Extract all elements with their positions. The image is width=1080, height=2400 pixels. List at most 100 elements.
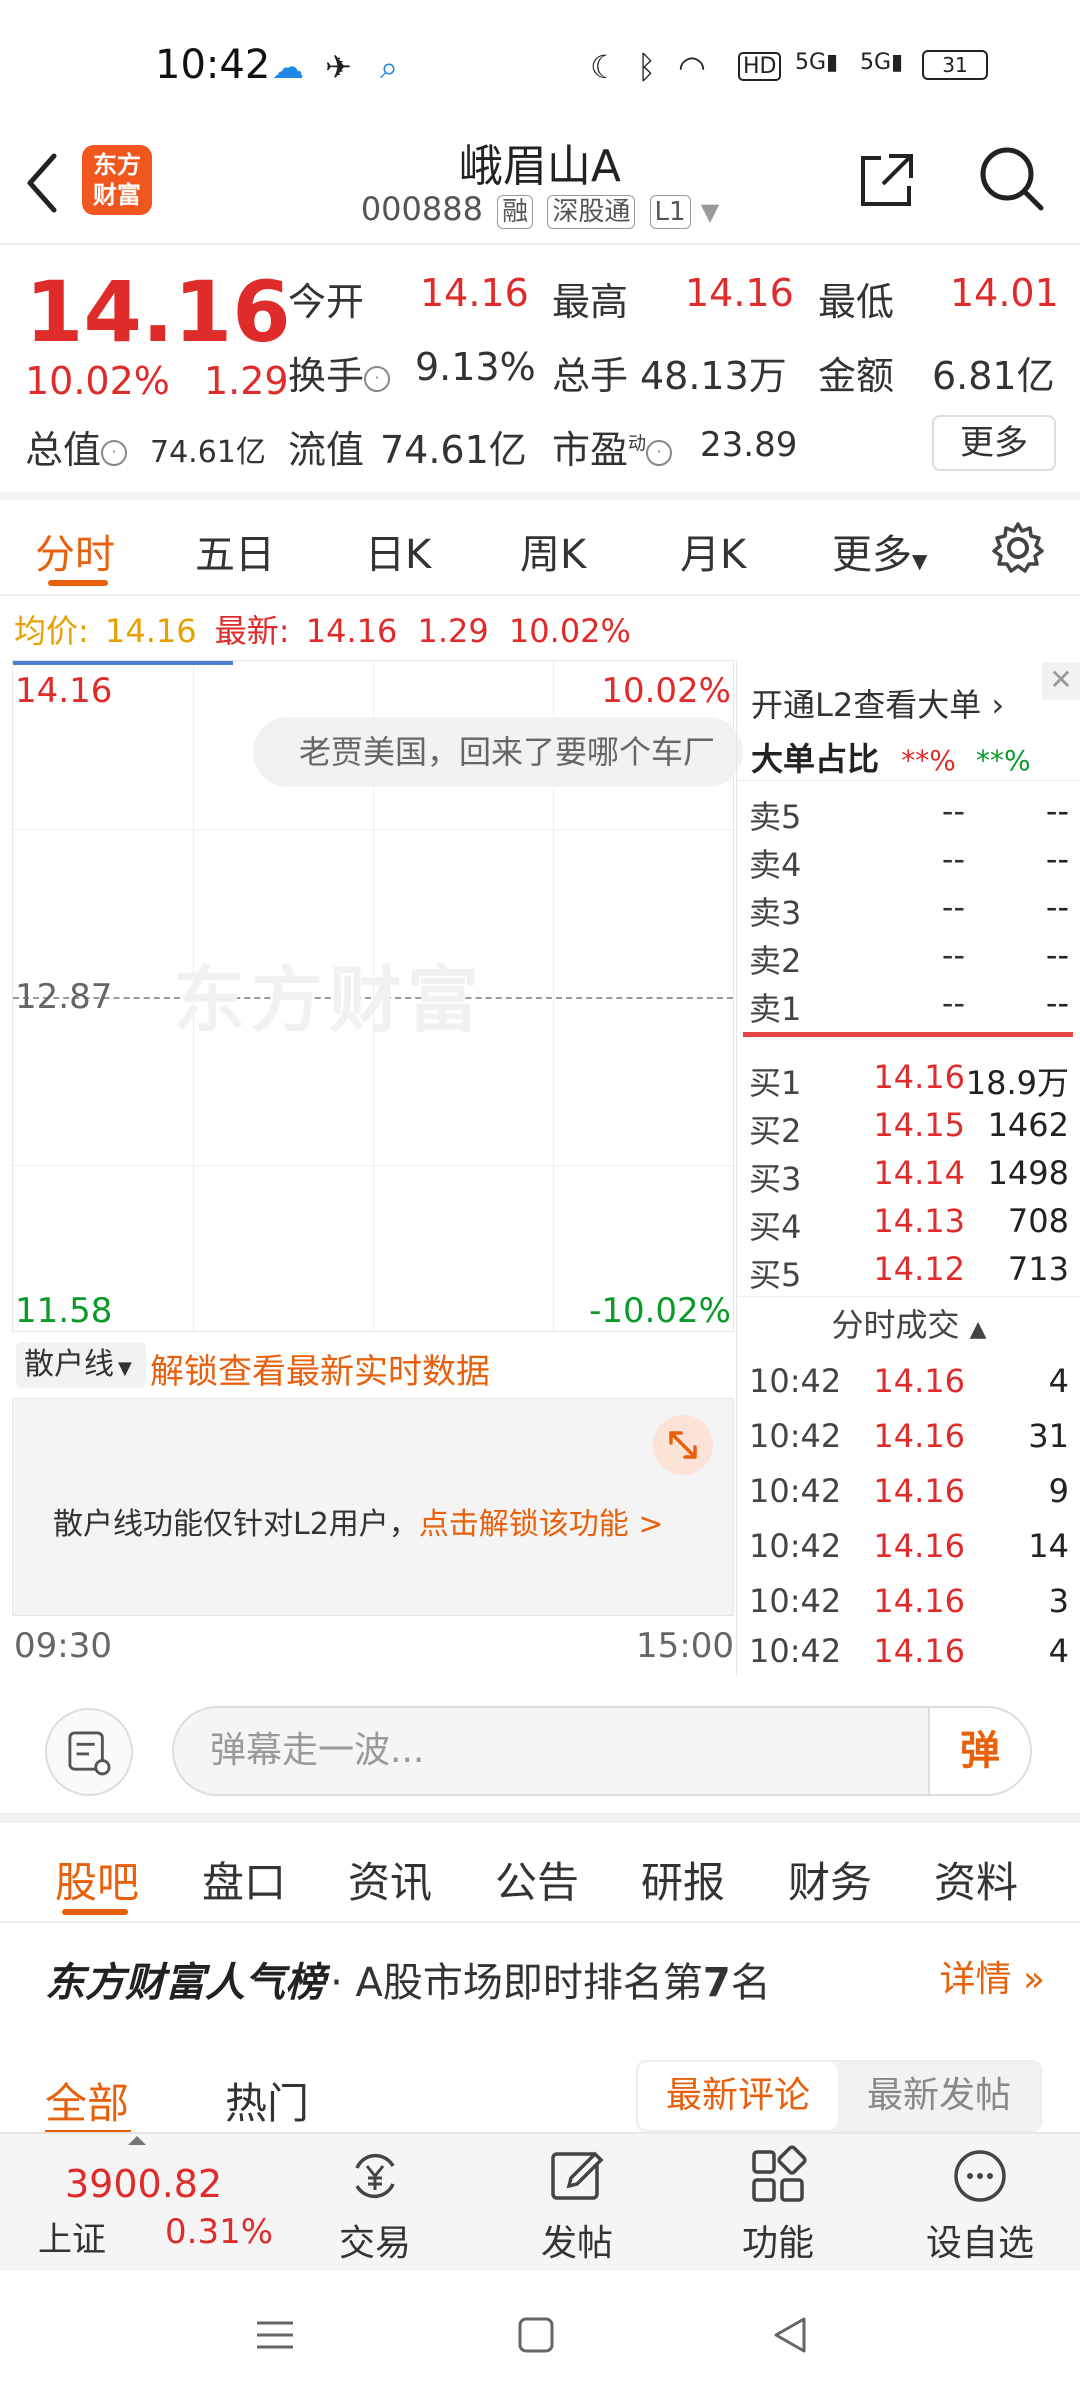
- info-icon[interactable]: ·: [364, 365, 391, 392]
- post-button[interactable]: 发帖: [507, 2134, 647, 2272]
- unlock-link[interactable]: 解锁查看最新实时数据: [150, 1344, 490, 1393]
- tick-row: 10:42 14.16 31: [743, 1411, 1073, 1459]
- more-button[interactable]: 更多: [932, 415, 1056, 471]
- filter-hot[interactable]: 热门: [225, 2070, 309, 2131]
- tick-price: 14.16: [873, 1632, 965, 1670]
- buy-row: 买4 14.13 708: [743, 1196, 1073, 1246]
- trade-button[interactable]: 交易: [305, 2134, 445, 2272]
- turnover-label-text: 换手: [288, 354, 365, 398]
- tick-volume: 4: [1048, 1632, 1069, 1670]
- gear-icon[interactable]: [990, 520, 1046, 576]
- tab-profile[interactable]: 资料: [934, 1849, 1018, 1910]
- caret-down-icon[interactable]: ▼: [701, 198, 719, 226]
- grid-icon: [752, 2145, 807, 2202]
- tick-price: 14.16: [873, 1417, 965, 1455]
- chart-mid-price: 12.87: [15, 977, 113, 1017]
- sell-label: 卖4: [749, 846, 802, 884]
- pe-label-text: 市盈: [552, 428, 629, 472]
- tick-price: 14.16: [873, 1527, 965, 1565]
- tab-monthly-k[interactable]: 月K: [680, 522, 746, 580]
- index-value[interactable]: 3900.82: [65, 2162, 222, 2206]
- total-value: 74.61亿: [150, 435, 266, 470]
- functions-button[interactable]: 功能: [708, 2134, 848, 2272]
- tab-finance[interactable]: 财务: [788, 1849, 872, 1910]
- chart-time-start: 09:30: [14, 1626, 112, 1666]
- back-icon[interactable]: [770, 2315, 810, 2355]
- signal-5g-icon: 5G▮: [795, 50, 839, 75]
- sell-volume: --: [1045, 984, 1069, 1022]
- battery-icon: 31: [922, 50, 988, 80]
- stock-code: 000888: [360, 190, 483, 228]
- filter-all[interactable]: 全部: [45, 2070, 129, 2131]
- share-icon[interactable]: [855, 148, 919, 212]
- add-watchlist-button[interactable]: 设自选: [910, 2134, 1050, 2272]
- divider: [737, 1296, 1080, 1297]
- volume-value: 48.13万: [640, 354, 787, 398]
- unlock-feature-link[interactable]: 点击解锁该功能 >: [419, 1507, 664, 1542]
- danmu-settings-button[interactable]: [45, 1708, 133, 1796]
- buy-label: 买2: [749, 1112, 802, 1150]
- tab-intraday[interactable]: 分时: [35, 522, 115, 580]
- tab-guba[interactable]: 股吧: [55, 1849, 139, 1910]
- close-icon[interactable]: ✕: [1042, 662, 1080, 700]
- bid-ask-separator: [743, 1032, 1073, 1037]
- order-book: 开通L2查看大单 › ✕ 大单占比 **% **% 卖5 -- -- 卖4 -- -- …: [736, 660, 1080, 1675]
- avg-label: 均价:: [14, 612, 89, 650]
- search-small-icon: ⌕: [380, 48, 398, 86]
- functions-label: 功能: [741, 2223, 814, 2264]
- indicator-selector[interactable]: 散户线 ▼: [16, 1342, 146, 1388]
- tick-row: 10:42 14.16 14: [743, 1521, 1073, 1569]
- sell-label: 卖2: [749, 942, 802, 980]
- buy-price: 14.14: [873, 1154, 965, 1192]
- big-order-ratio: 大单占比 **% **%: [751, 734, 1031, 780]
- tab-pankou[interactable]: 盘口: [202, 1849, 286, 1910]
- intraday-chart[interactable]: 东方财富 14.16 10.02% 12.87 11.58 -10.02% 老贾…: [12, 660, 743, 1332]
- danmu-send-button[interactable]: 弹: [928, 1708, 1030, 1794]
- tab-weekly-k[interactable]: 周K: [520, 522, 586, 580]
- menu-icon[interactable]: [255, 2315, 295, 2355]
- add-watchlist-label: 设自选: [925, 2223, 1034, 2264]
- home-icon[interactable]: [516, 2315, 556, 2355]
- tab-news[interactable]: 资讯: [348, 1849, 432, 1910]
- tab-five-day[interactable]: 五日: [195, 522, 275, 580]
- expand-icon[interactable]: [653, 1415, 713, 1475]
- tab-more[interactable]: 更多▼: [832, 522, 927, 580]
- sell-row: 卖5 -- --: [743, 786, 1073, 836]
- search-icon[interactable]: [975, 142, 1047, 214]
- sell-price: --: [941, 936, 965, 974]
- status-time: 10:42: [155, 42, 271, 88]
- sell-label: 卖5: [749, 798, 802, 836]
- tab-daily-k[interactable]: 日K: [365, 522, 431, 580]
- tab-announcements[interactable]: 公告: [495, 1849, 579, 1910]
- caret-down-icon: ▼: [912, 549, 928, 573]
- buy-row: 买1 14.16 18.9万: [743, 1052, 1073, 1102]
- tab-research[interactable]: 研报: [641, 1849, 725, 1910]
- danmu-bubble[interactable]: 老贾美国，回来了要哪个车厂: [253, 717, 743, 787]
- turnover-value: 9.13%: [415, 345, 536, 389]
- l2-link-text: 开通L2查看大单: [751, 686, 982, 724]
- retail-line-panel: 散户线 ▼ 解锁查看最新实时数据 散户线功能仅针对L2用户，点击解锁该功能 >: [12, 1336, 734, 1620]
- danmu-input[interactable]: 弹幕走一波...: [172, 1706, 1032, 1796]
- rank-suffix: 名: [730, 1960, 771, 2006]
- moon-icon: ☾: [590, 48, 619, 86]
- locked-message-text: 散户线功能仅针对L2用户，: [53, 1507, 419, 1542]
- ticks-title[interactable]: 分时成交 ▲: [737, 1300, 1080, 1346]
- tick-volume: 4: [1048, 1362, 1069, 1400]
- rank-detail-link[interactable]: 详情 »: [940, 1950, 1046, 2002]
- info-icon[interactable]: ·: [646, 439, 673, 466]
- bluetooth-icon: ᛒ: [637, 48, 657, 86]
- sort-latest-comments[interactable]: 最新评论: [638, 2062, 838, 2130]
- sell-price: --: [941, 984, 965, 1022]
- info-icon[interactable]: ·: [101, 439, 128, 466]
- active-tab-indicator: [62, 1909, 128, 1915]
- status-bar: 10:42 ☁ ✈ ⌕ ☾ ᛒ ◠ HD 5G▮ 5G▮ 31: [0, 0, 1080, 130]
- pe-value: 23.89: [700, 425, 798, 465]
- danmu-bar: 弹幕走一波... 弹: [0, 1680, 1080, 1815]
- l2-link[interactable]: 开通L2查看大单 ›: [751, 680, 1004, 726]
- sell-price: --: [941, 840, 965, 878]
- signal-5g-icon-2: 5G▮: [860, 50, 904, 75]
- popularity-rank[interactable]: 东方财富人气榜 · A股市场即时排名第7名 详情 »: [45, 1950, 1045, 2010]
- tick-volume: 3: [1048, 1582, 1069, 1620]
- sort-latest-posts[interactable]: 最新发帖: [838, 2062, 1040, 2130]
- double-chevron-right-icon: »: [1022, 1959, 1045, 2000]
